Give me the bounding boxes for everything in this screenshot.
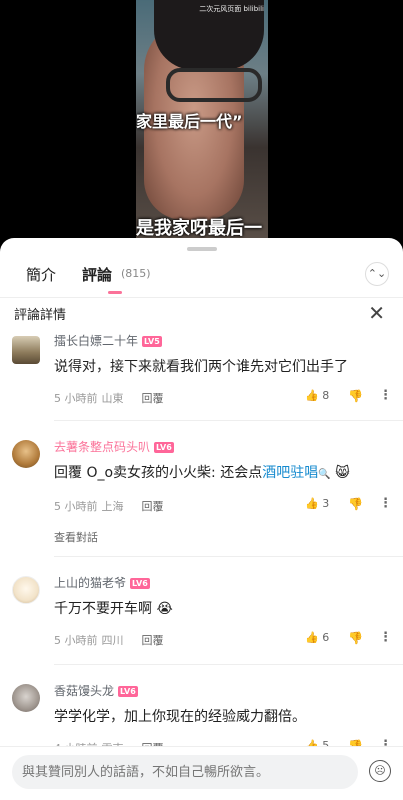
username-text: 香菇馒头龙 — [54, 684, 115, 698]
like-button[interactable]: 👍 6 — [305, 631, 329, 644]
comment-time: 5 小時前 — [54, 634, 98, 647]
avatar[interactable] — [12, 684, 40, 712]
comment-username[interactable]: 去薯条整点码头叭 LV6 — [54, 438, 174, 455]
comment-time: 5 小時前 — [54, 500, 98, 513]
level-badge: LV6 — [154, 442, 174, 453]
more-options-icon[interactable]: ⋮ — [379, 630, 392, 645]
comment-count: (815) — [121, 267, 151, 280]
like-count: 6 — [322, 631, 330, 644]
thumbs-down-icon[interactable]: 👎 — [348, 497, 363, 511]
comment-location: 四川 — [101, 634, 124, 647]
divider — [54, 556, 403, 557]
search-link[interactable]: 酒吧驻唱 — [262, 465, 318, 481]
video-player[interactable]: 二次元风页面 bilibili 家里最后一代” 是我家呀最后一 — [0, 0, 403, 246]
comment-panel: 簡介 評論 (815) ⌃⌄ 評論詳情 ✕ 擂长白嫖二十年 LV5 说得对，接下来… — [0, 238, 403, 800]
search-icon[interactable]: 🔍 — [318, 469, 330, 480]
tab-comments[interactable]: 評論 — [82, 264, 112, 285]
thumbs-down-icon[interactable]: 👎 — [348, 631, 363, 645]
close-icon[interactable]: ✕ — [368, 303, 385, 323]
avatar[interactable] — [12, 440, 40, 468]
comment-time: 5 小時前 — [54, 392, 98, 405]
comment-text: 千万不要开车啊 😭 — [54, 598, 173, 618]
comment-text: 回覆 O_o卖女孩的小火柴: 还会点酒吧驻唱🔍 😸 — [54, 462, 350, 482]
video-subtitle-bottom: 是我家呀最后一 — [136, 218, 262, 239]
like-button[interactable]: 👍 3 — [305, 497, 329, 510]
comment-meta: 5 小時前 山東 回覆 — [54, 390, 168, 406]
avatar[interactable] — [12, 576, 40, 604]
comment-input[interactable] — [12, 755, 358, 789]
comment-input-bar: ☹ — [0, 746, 403, 800]
video-subtitle-top: 家里最后一代” — [136, 112, 243, 131]
comment-detail-title: 評論詳情 — [14, 308, 67, 323]
video-glasses-image — [166, 68, 262, 102]
video-watermark: 二次元风页面 bilibili — [199, 5, 264, 13]
username-text: 上山的猫老爷 — [54, 576, 127, 590]
comment-username[interactable]: 香菇馒头龙 LV6 — [54, 682, 138, 699]
like-count: 3 — [322, 497, 330, 510]
more-options-icon[interactable]: ⋮ — [379, 496, 392, 511]
comment-text-body: 千万不要开车啊 — [54, 601, 152, 617]
comment-text: 学学化学，加上你现在的经验威力翻倍。 — [54, 709, 306, 725]
thumbs-up-icon: 👍 — [305, 389, 319, 402]
avatar[interactable] — [12, 336, 40, 364]
comment-username[interactable]: 上山的猫老爷 LV6 — [54, 574, 150, 591]
emoji-cat-icon: 😸 — [335, 465, 350, 481]
more-options-icon[interactable]: ⋮ — [379, 388, 392, 403]
comment-location: 上海 — [101, 500, 124, 513]
drag-handle[interactable] — [187, 247, 217, 251]
username-text: 擂长白嫖二十年 — [54, 334, 139, 348]
reply-button[interactable]: 回覆 — [142, 634, 164, 647]
thumbs-up-icon: 👍 — [305, 497, 319, 510]
comment-username[interactable]: 擂长白嫖二十年 LV5 — [54, 332, 162, 349]
thumbs-down-icon[interactable]: 👎 — [348, 389, 363, 403]
comment-text: 说得对，接下来就看我们两个谁先对它们出手了 — [54, 359, 348, 375]
emoji-crying-icon: 😭 — [156, 601, 173, 617]
divider — [54, 420, 403, 421]
chevron-collapse-icon[interactable]: ⌃⌄ — [365, 262, 389, 286]
like-count: 8 — [322, 389, 330, 402]
comment-meta: 5 小時前 四川 回覆 — [54, 632, 168, 648]
username-text: 去薯条整点码头叭 — [54, 440, 151, 454]
thumbs-up-icon: 👍 — [305, 631, 319, 644]
level-badge: LV6 — [130, 578, 150, 589]
emoji-icon[interactable]: ☹ — [369, 760, 391, 782]
reply-button[interactable]: 回覆 — [142, 392, 164, 405]
tab-intro[interactable]: 簡介 — [26, 264, 56, 285]
active-tab-indicator — [108, 291, 122, 294]
comment-location: 山東 — [101, 392, 124, 405]
reply-button[interactable]: 回覆 — [142, 500, 164, 513]
level-badge: LV6 — [118, 686, 138, 697]
comment-meta: 5 小時前 上海 回覆 — [54, 498, 168, 514]
like-button[interactable]: 👍 8 — [305, 389, 329, 402]
divider — [54, 664, 403, 665]
comment-detail-header: 評論詳情 ✕ — [0, 300, 403, 326]
view-conversation-link[interactable]: 查看對話 — [54, 529, 98, 545]
tab-bar: 簡介 評論 (815) ⌃⌄ — [0, 258, 403, 298]
level-badge: LV5 — [142, 336, 162, 347]
reply-text: 回覆 O_o卖女孩的小火柴: 还会点 — [54, 465, 263, 481]
video-frame[interactable]: 二次元风页面 bilibili 家里最后一代” 是我家呀最后一 — [136, 0, 268, 246]
